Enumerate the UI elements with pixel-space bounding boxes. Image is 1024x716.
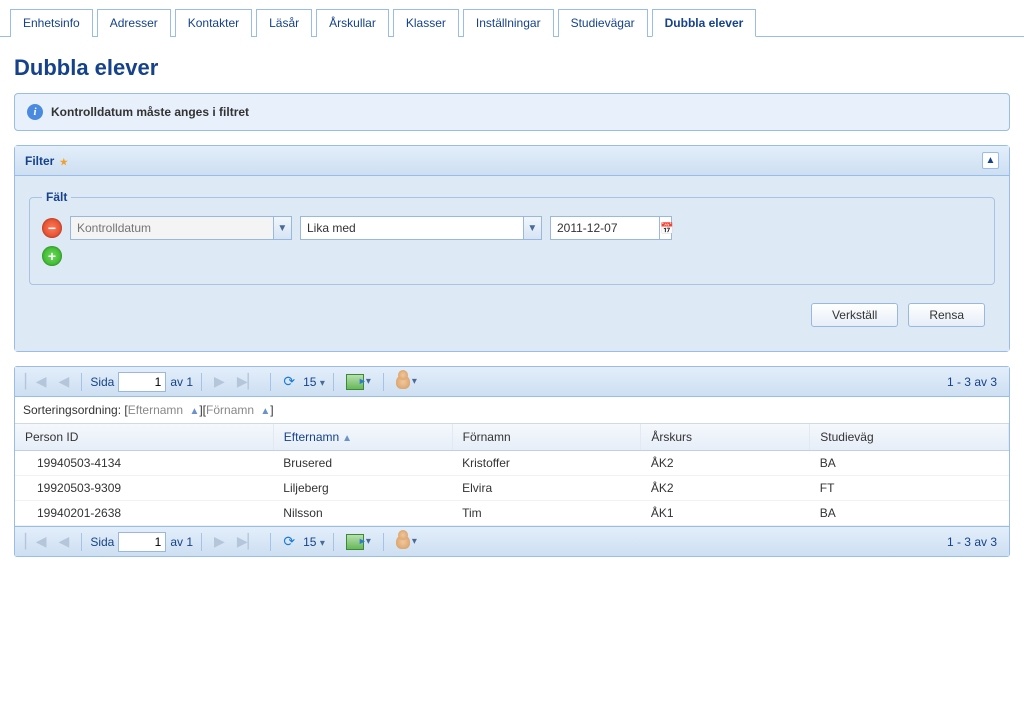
tab-installningar[interactable]: Inställningar bbox=[463, 9, 554, 37]
col-person-id[interactable]: Person ID bbox=[15, 424, 273, 451]
next-page-button[interactable]: ▶ bbox=[210, 371, 229, 392]
tab-lasar[interactable]: Läsår bbox=[256, 9, 312, 37]
tab-enhetsinfo[interactable]: Enhetsinfo bbox=[10, 9, 93, 37]
page-size-label[interactable]: 15 ▾ bbox=[303, 535, 325, 549]
sort-key-1[interactable]: Efternamn ▲ bbox=[128, 403, 200, 417]
sort-asc-icon: ▲ bbox=[342, 433, 352, 444]
reset-button[interactable]: Rensa bbox=[908, 303, 985, 327]
filter-panel-header: Filter ★ ▲ bbox=[15, 146, 1009, 176]
filter-fieldset-legend: Fält bbox=[42, 190, 71, 204]
export-icon bbox=[346, 534, 364, 550]
prev-page-button[interactable]: ◀ bbox=[55, 371, 74, 392]
add-row-button[interactable]: + bbox=[42, 246, 62, 266]
export-button[interactable]: ▾ bbox=[342, 532, 375, 552]
tabs-bar: Enhetsinfo Adresser Kontakter Läsår Årsk… bbox=[0, 0, 1024, 37]
results-grid: ▏◀ ◀ Sida av 1 ▶ ▶▏ ⟳ 15 ▾ ▾ ▾ 1 - 3 av … bbox=[14, 366, 1010, 557]
field-select[interactable]: ▼ bbox=[70, 216, 292, 240]
next-page-button[interactable]: ▶ bbox=[210, 531, 229, 552]
col-firstname[interactable]: Förnamn bbox=[452, 424, 641, 451]
chevron-down-icon: ▾ bbox=[320, 378, 325, 389]
grid-toolbar-top: ▏◀ ◀ Sida av 1 ▶ ▶▏ ⟳ 15 ▾ ▾ ▾ 1 - 3 av … bbox=[15, 367, 1009, 397]
field-select-input[interactable] bbox=[71, 217, 273, 239]
date-input-wrapper[interactable]: 📅 bbox=[550, 216, 672, 240]
grid-table: Person ID Efternamn▲ Förnamn Årskurs Stu… bbox=[15, 424, 1009, 526]
user-icon bbox=[396, 535, 410, 549]
tab-studievagar[interactable]: Studievägar bbox=[558, 9, 648, 37]
sort-order-bar: Sorteringsordning: [Efternamn ▲][Förnamn… bbox=[15, 397, 1009, 424]
table-row[interactable]: 19920503-9309 Liljeberg Elvira ÅK2 FT bbox=[15, 476, 1009, 501]
page-label-suffix: av 1 bbox=[170, 375, 193, 389]
user-menu-button[interactable]: ▾ bbox=[392, 533, 421, 551]
user-menu-button[interactable]: ▾ bbox=[392, 373, 421, 391]
page-number-input[interactable] bbox=[118, 372, 166, 392]
refresh-button[interactable]: ⟳ bbox=[279, 531, 299, 552]
tab-arskullar[interactable]: Årskullar bbox=[316, 9, 389, 37]
refresh-button[interactable]: ⟳ bbox=[279, 371, 299, 392]
info-banner: i Kontrolldatum måste anges i filtret bbox=[14, 93, 1010, 131]
page-size-label[interactable]: 15 ▾ bbox=[303, 375, 325, 389]
tab-kontakter[interactable]: Kontakter bbox=[175, 9, 252, 37]
page-label-prefix: Sida bbox=[90, 535, 114, 549]
filter-panel: Filter ★ ▲ Fält − ▼ ▼ 📅 bbox=[14, 145, 1010, 352]
page-label-suffix: av 1 bbox=[170, 535, 193, 549]
tab-klasser[interactable]: Klasser bbox=[393, 9, 459, 37]
chevron-down-icon: ▾ bbox=[320, 538, 325, 549]
page-label-prefix: Sida bbox=[90, 375, 114, 389]
col-lastname[interactable]: Efternamn▲ bbox=[273, 424, 452, 451]
tab-adresser[interactable]: Adresser bbox=[97, 9, 171, 37]
last-page-button[interactable]: ▶▏ bbox=[233, 371, 263, 392]
paging-status: 1 - 3 av 3 bbox=[947, 375, 1003, 389]
col-grade[interactable]: Årskurs bbox=[641, 424, 810, 451]
tab-dubbla-elever[interactable]: Dubbla elever bbox=[652, 9, 757, 37]
grid-toolbar-bottom: ▏◀ ◀ Sida av 1 ▶ ▶▏ ⟳ 15 ▾ ▾ ▾ 1 - 3 av … bbox=[15, 526, 1009, 556]
table-row[interactable]: 19940503-4134 Brusered Kristoffer ÅK2 BA bbox=[15, 451, 1009, 476]
table-row[interactable]: 19940201-2638 Nilsson Tim ÅK1 BA bbox=[15, 501, 1009, 526]
calendar-icon[interactable]: 📅 bbox=[659, 217, 674, 239]
prev-page-button[interactable]: ◀ bbox=[55, 531, 74, 552]
date-input[interactable] bbox=[551, 217, 659, 239]
export-button[interactable]: ▾ bbox=[342, 372, 375, 392]
page-number-input[interactable] bbox=[118, 532, 166, 552]
operator-select[interactable]: ▼ bbox=[300, 216, 542, 240]
remove-row-button[interactable]: − bbox=[42, 218, 62, 238]
filter-panel-title: Filter bbox=[25, 154, 54, 168]
export-icon bbox=[346, 374, 364, 390]
page-title: Dubbla elever bbox=[14, 55, 1010, 81]
required-star-icon: ★ bbox=[60, 157, 68, 167]
collapse-button[interactable]: ▲ bbox=[982, 152, 999, 169]
sort-key-2[interactable]: Förnamn ▲ bbox=[206, 403, 270, 417]
user-icon bbox=[396, 375, 410, 389]
chevron-down-icon[interactable]: ▼ bbox=[273, 217, 291, 239]
info-message: Kontrolldatum måste anges i filtret bbox=[51, 105, 249, 119]
last-page-button[interactable]: ▶▏ bbox=[233, 531, 263, 552]
first-page-button[interactable]: ▏◀ bbox=[21, 531, 51, 552]
apply-button[interactable]: Verkställ bbox=[811, 303, 898, 327]
chevron-down-icon[interactable]: ▼ bbox=[523, 217, 541, 239]
paging-status: 1 - 3 av 3 bbox=[947, 535, 1003, 549]
info-icon: i bbox=[27, 104, 43, 120]
first-page-button[interactable]: ▏◀ bbox=[21, 371, 51, 392]
filter-fieldset: Fält − ▼ ▼ 📅 + bbox=[29, 190, 995, 285]
operator-select-input[interactable] bbox=[301, 217, 523, 239]
col-program[interactable]: Studieväg bbox=[810, 424, 1009, 451]
